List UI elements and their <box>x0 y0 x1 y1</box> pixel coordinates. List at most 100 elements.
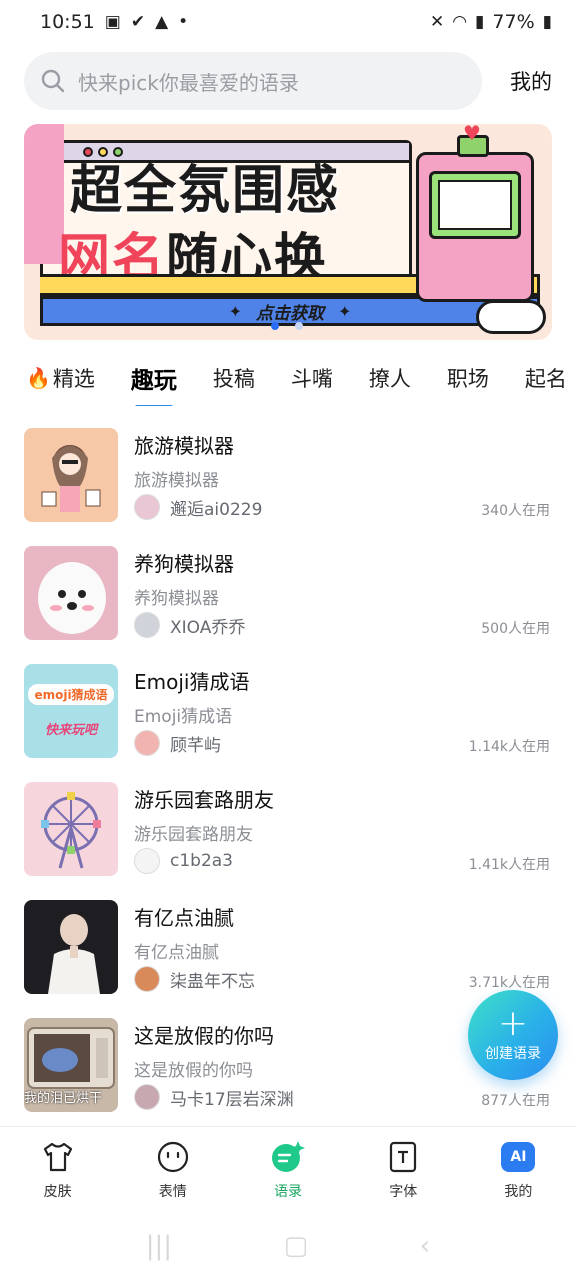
page-dot-active <box>271 322 279 330</box>
item-author: 马卡17层岩深渊 <box>134 1084 294 1110</box>
signal-icon: ▮ <box>475 11 485 32</box>
list-item[interactable]: 旅游模拟器 旅游模拟器 邂逅ai0229 340人在用 <box>0 424 576 542</box>
tab-fun[interactable]: 趣玩 <box>131 361 177 395</box>
banner-cta-label: 点击获取 <box>256 303 324 324</box>
mute-icon: ✕ <box>429 11 445 32</box>
author-name: 顾芊屿 <box>170 735 221 756</box>
ai-icon: AI <box>500 1139 536 1175</box>
nav-item-quotes[interactable]: 语录 <box>230 1127 345 1208</box>
home-icon[interactable]: ▢ <box>284 1231 309 1261</box>
thumbnail-caption: 快来玩吧 <box>44 723 97 738</box>
item-thumbnail: 我的泪已烘干 <box>24 1018 118 1112</box>
item-subtitle: 游乐园套路朋友 <box>134 825 253 845</box>
back-icon[interactable]: ‹ <box>420 1231 430 1261</box>
nav-item-emoji[interactable]: 表情 <box>115 1127 230 1208</box>
nav-item-font[interactable]: 字体 <box>346 1127 461 1208</box>
banner-headline: 超全氛围感 <box>70 161 341 221</box>
usage-count: 340人在用 <box>481 503 550 519</box>
item-title: 这是放假的你吗 <box>134 1024 274 1048</box>
usage-count: 1.14k人在用 <box>468 739 550 755</box>
create-quote-label: 创建语录 <box>485 1046 541 1062</box>
tab-submit[interactable]: 投稿 <box>213 363 255 393</box>
item-author: 柒蛊年不忘 <box>134 966 255 992</box>
tab-banter[interactable]: 斗嘴 <box>291 363 333 393</box>
item-title: 养狗模拟器 <box>134 552 234 576</box>
quote-icon <box>270 1139 306 1175</box>
item-thumbnail <box>24 428 118 522</box>
author-name: 邂逅ai0229 <box>170 499 263 520</box>
face-icon <box>155 1139 191 1175</box>
item-thumbnail <box>24 782 118 876</box>
item-title: Emoji猜成语 <box>134 670 250 694</box>
search-placeholder: 快来pick你最喜爱的语录 <box>78 70 299 95</box>
usage-count: 3.71k人在用 <box>468 975 550 991</box>
name-machine-illustration: ♥ <box>416 124 534 302</box>
avatar <box>134 494 160 520</box>
item-title: 有亿点油腻 <box>134 906 234 930</box>
tab-naming[interactable]: 起名 <box>525 363 567 393</box>
avatar <box>134 730 160 756</box>
list-item[interactable]: 游乐园套路朋友 游乐园套路朋友 c1b2a3 1.41k人在用 <box>0 778 576 896</box>
status-bar: 10:51 ▣ ✔ ▲ • ✕ ◠ ▮ 77% ▮ <box>0 0 576 44</box>
sparkle-icon: ✦ <box>228 301 242 321</box>
list-item[interactable]: emoji猜成语 快来玩吧 Emoji猜成语 Emoji猜成语 顾芊屿 1.14… <box>0 660 576 778</box>
bottom-nav: 皮肤 表情 语录 字体 AI 我的 <box>0 1126 576 1208</box>
nav-label: 我的 <box>504 1184 533 1200</box>
author-name: c1b2a3 <box>170 851 234 871</box>
item-title: 旅游模拟器 <box>134 434 234 458</box>
wifi-icon: ◠ <box>452 11 468 32</box>
search-input[interactable]: 快来pick你最喜爱的语录 <box>24 52 482 110</box>
more-notifications-icon: • <box>178 11 189 32</box>
tab-workplace[interactable]: 职场 <box>447 363 489 393</box>
item-thumbnail <box>24 900 118 994</box>
cloud-decoration <box>476 300 546 334</box>
font-icon <box>385 1139 421 1175</box>
item-thumbnail: emoji猜成语 快来玩吧 <box>24 664 118 758</box>
search-icon <box>41 69 65 93</box>
battery-percent: 77% <box>492 11 535 33</box>
mine-link[interactable]: 我的 <box>510 66 552 96</box>
avatar <box>134 612 160 638</box>
nav-item-mine[interactable]: AI 我的 <box>461 1127 576 1208</box>
item-author: 邂逅ai0229 <box>134 494 262 520</box>
tab-flirt[interactable]: 撩人 <box>369 363 411 393</box>
system-nav: ||| ▢ ‹ <box>0 1212 576 1280</box>
usage-count: 877人在用 <box>481 1093 550 1109</box>
sparkle-icon: ✦ <box>338 301 352 321</box>
item-author: XIOA乔乔 <box>134 612 245 638</box>
heart-icon: ♥ <box>463 124 481 145</box>
category-tabs: 🔥 精选 趣玩 投稿 斗嘴 撩人 职场 起名 <box>0 350 576 406</box>
nav-label: 皮肤 <box>43 1184 72 1200</box>
nav-item-skin[interactable]: 皮肤 <box>0 1127 115 1208</box>
author-name: XIOA乔乔 <box>170 617 246 638</box>
usage-count: 500人在用 <box>481 621 550 637</box>
create-quote-button[interactable]: + 创建语录 <box>468 990 558 1080</box>
author-name: 马卡17层岩深渊 <box>170 1089 294 1110</box>
item-subtitle: 有亿点油腻 <box>134 943 219 963</box>
item-author: 顾芊屿 <box>134 730 221 756</box>
banner-pagination <box>271 322 303 330</box>
thumbnail-caption: 我的泪已烘干 <box>24 1091 103 1106</box>
thumbnail-caption: emoji猜成语 <box>28 684 114 705</box>
avatar <box>134 1084 160 1110</box>
tab-featured[interactable]: 🔥 精选 <box>26 363 95 393</box>
page-dot <box>295 322 303 330</box>
nav-label: 字体 <box>389 1184 418 1200</box>
avatar <box>134 966 160 992</box>
warning-notification-icon: ▲ <box>155 11 169 32</box>
list-item[interactable]: 养狗模拟器 养狗模拟器 XIOA乔乔 500人在用 <box>0 542 576 660</box>
check-notification-icon: ✔ <box>130 11 146 32</box>
avatar <box>134 848 160 874</box>
nav-label: 语录 <box>274 1184 302 1200</box>
shirt-icon <box>40 1139 76 1175</box>
promo-banner[interactable]: 超全氛围感 网名随心换 ✦ 点击获取 ✦ ♥ <box>24 124 552 340</box>
recent-apps-icon[interactable]: ||| <box>146 1231 172 1261</box>
image-notification-icon: ▣ <box>104 11 121 32</box>
item-thumbnail <box>24 546 118 640</box>
nav-label: 表情 <box>158 1184 187 1200</box>
item-subtitle: Emoji猜成语 <box>134 707 233 727</box>
item-subtitle: 旅游模拟器 <box>134 471 219 491</box>
item-author: c1b2a3 <box>134 848 233 874</box>
author-name: 柒蛊年不忘 <box>170 971 255 992</box>
fire-icon: 🔥 <box>26 366 51 390</box>
